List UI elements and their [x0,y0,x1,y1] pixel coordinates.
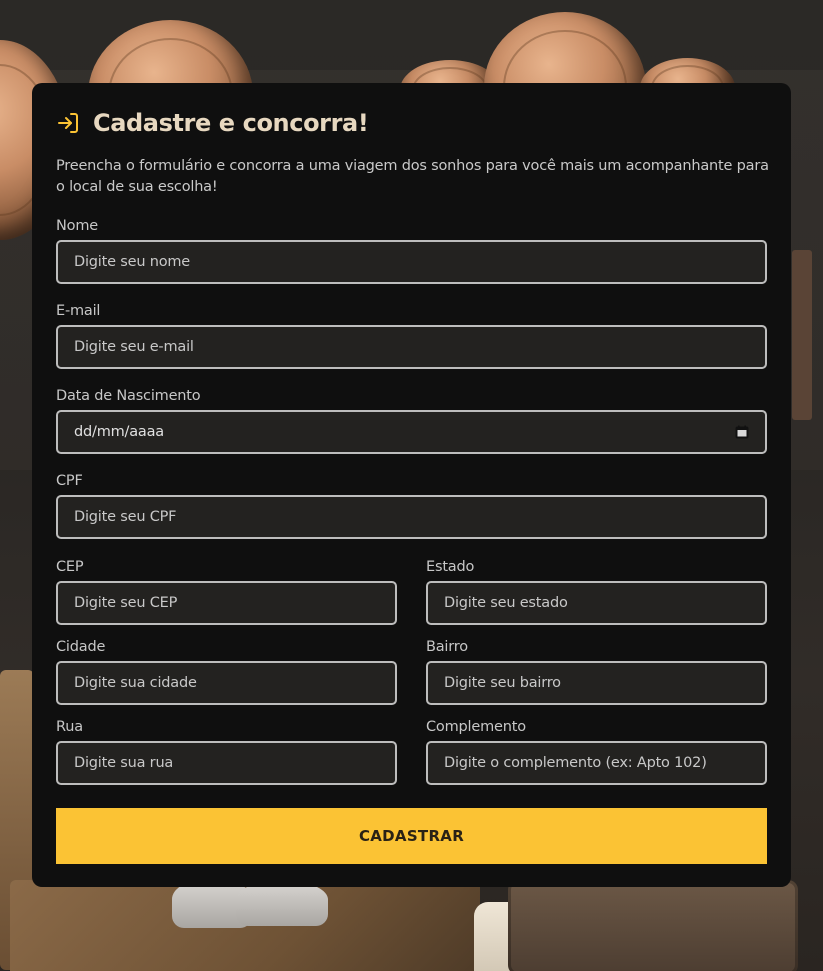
card-header: Cadastre e concorra! [56,109,369,137]
page-subtitle: Preencha o formulário e concorra a uma v… [56,158,769,195]
rua-label: Rua [56,719,83,735]
bairro-label: Bairro [426,639,468,655]
cep-field: CEP Digite seu CEP [56,558,397,625]
submit-button[interactable]: CADASTRAR [56,808,767,864]
estado-placeholder: Digite seu estado [444,595,568,611]
birthdate-input[interactable]: dd/mm/aaaa [56,410,767,454]
estado-label: Estado [426,559,475,575]
cpf-input[interactable]: Digite seu CPF [56,495,767,539]
birthdate-placeholder: dd/mm/aaaa [74,424,164,440]
sneaker-right [236,882,328,926]
complemento-input[interactable]: Digite o complemento (ex: Apto 102) [426,741,767,785]
cpf-placeholder: Digite seu CPF [74,509,177,525]
complemento-placeholder: Digite o complemento (ex: Apto 102) [444,755,707,771]
cep-input[interactable]: Digite seu CEP [56,581,397,625]
cep-placeholder: Digite seu CEP [74,595,178,611]
rua-input[interactable]: Digite sua rua [56,741,397,785]
cep-label: CEP [56,559,84,575]
suitcase [508,880,798,971]
nome-input[interactable]: Digite seu nome [56,240,767,284]
signup-card: Cadastre e concorra! Preencha o formulár… [32,83,791,887]
email-placeholder: Digite seu e-mail [74,339,194,355]
calendar-icon[interactable] [735,425,749,439]
rua-placeholder: Digite sua rua [74,755,174,771]
nome-field: Nome Digite seu nome [56,217,767,284]
rua-field: Rua Digite sua rua [56,718,397,785]
globe-stand [792,250,812,420]
nome-label: Nome [56,218,98,234]
bairro-placeholder: Digite seu bairro [444,675,561,691]
nome-placeholder: Digite seu nome [74,254,191,270]
bairro-input[interactable]: Digite seu bairro [426,661,767,705]
login-icon [56,111,80,135]
cidade-input[interactable]: Digite sua cidade [56,661,397,705]
complemento-label: Complemento [426,719,526,735]
email-label: E-mail [56,303,101,319]
email-input[interactable]: Digite seu e-mail [56,325,767,369]
nascimento-label: Data de Nascimento [56,388,201,404]
email-field: E-mail Digite seu e-mail [56,302,767,369]
cpf-field: CPF Digite seu CPF [56,472,767,539]
bairro-field: Bairro Digite seu bairro [426,638,767,705]
cidade-field: Cidade Digite sua cidade [56,638,397,705]
estado-input[interactable]: Digite seu estado [426,581,767,625]
nascimento-field: Data de Nascimento dd/mm/aaaa [56,387,767,454]
cidade-placeholder: Digite sua cidade [74,675,197,691]
cidade-label: Cidade [56,639,106,655]
complemento-field: Complemento Digite o complemento (ex: Ap… [426,718,767,785]
page-title: Cadastre e concorra! [93,109,369,137]
estado-field: Estado Digite seu estado [426,558,767,625]
cpf-label: CPF [56,473,83,489]
